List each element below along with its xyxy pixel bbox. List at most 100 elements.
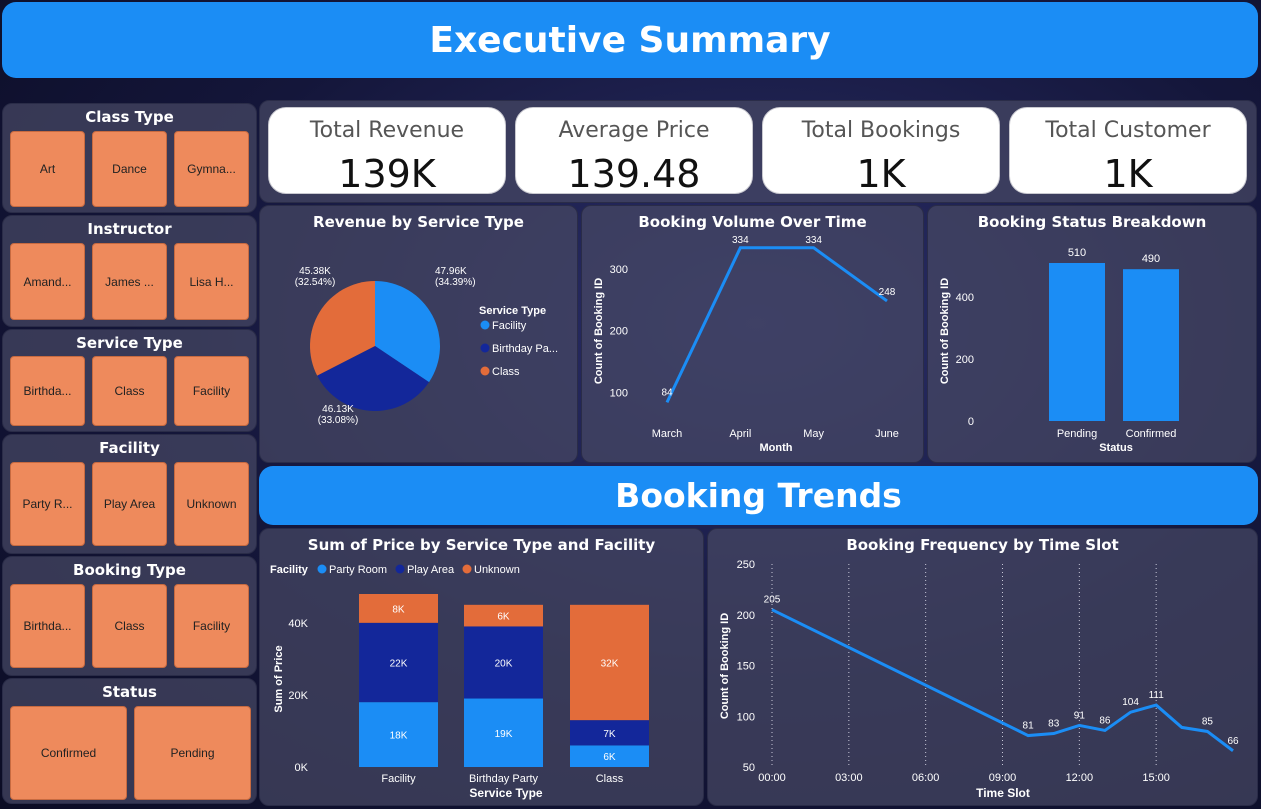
slice-pct-label: (33.08%) [318,415,359,426]
slicer-tile-james[interactable]: James ... [92,243,167,320]
slicer-facility: Facility Party R... Play Area Unknown [2,434,257,554]
line-chart: 00:00 03:00 06:00 09:00 12:00 15:00 50 100 150 20… [719,559,1239,800]
legend-marker [480,320,490,330]
slicer-tile-class[interactable]: Class [92,584,167,668]
data-label: 19K [495,729,513,740]
bar-chart: 0 200 400 510 Pending 490 Confirmed Status Count… [939,247,1179,454]
data-label: 83 [1048,719,1060,730]
section-title: Booking Trends [615,476,902,515]
slicer-tile-unknown[interactable]: Unknown [174,462,249,546]
legend-marker [480,343,490,353]
legend-title: Service Type [479,305,546,317]
slice-pct-label: (34.39%) [435,277,476,288]
legend-marker [462,564,472,574]
kpi-value: 139.48 [567,152,701,196]
slice-value-label: 47.96K [435,266,467,277]
kpi-total-customer: Total Customer 1K [1009,107,1247,196]
slicer-tile-party-room[interactable]: Party R... [10,462,85,546]
legend-label: Unknown [474,564,520,576]
slicer-tile-lisa[interactable]: Lisa H... [174,243,249,320]
pie-chart: 47.96K(34.39%) 46.13K(33.08%) 45.38K(32.54… [295,266,558,426]
data-label: 81 [1023,721,1035,732]
y-tick-label: 0 [968,416,974,428]
slicer-tile-class[interactable]: Class [92,356,167,426]
chart-panel-price-by-service-facility: Sum of Price by Service Type and Facilit… [259,528,704,806]
chart-panel-revenue-by-service: Revenue by Service Type 47.96K (34.39%) 46… [259,205,578,463]
slicer-tile-play-area[interactable]: Play Area [92,462,167,546]
y-axis-title: Count of Booking ID [719,613,731,719]
slicer-tile-facility[interactable]: Facility [174,584,249,668]
kpi-label: Total Customer [1045,118,1211,143]
chart-panel-booking-status: Booking Status Breakdown 0 200 400 510 Pendi… [927,205,1257,463]
y-tick-label: 20K [288,690,308,702]
slicer-tile-amanda[interactable]: Amand... [10,243,85,320]
slicer-class-type: Class Type Art Dance Gymna... [2,103,257,213]
slicer-title: Service Type [76,334,183,352]
y-tick-label: 250 [737,559,755,571]
x-tick-label: March [652,428,683,440]
slicer-tile-confirmed[interactable]: Confirmed [10,706,127,800]
slice-pct-label: (32.54%) [295,277,336,288]
legend-label: Play Area [407,564,455,576]
y-tick-label: 300 [610,264,628,276]
line-chart: 100 200 300 March April May June 84 334 334 248 Mon… [593,235,899,454]
data-label: 18K [390,731,408,742]
slicer-tile-birthday[interactable]: Birthda... [10,356,85,426]
legend-label: Party Room [329,564,387,576]
y-tick-label: 200 [610,326,628,338]
legend-label: Birthday Pa... [492,343,558,355]
stacked-bar-chart: Facility Party Room Play Area Unknown 0K 20K 4… [270,564,649,800]
y-tick-label: 100 [737,711,755,723]
header-banner: Executive Summary [2,2,1258,78]
data-label: 6K [497,612,510,623]
y-tick-label: 40K [288,618,308,630]
data-label: 22K [390,658,408,669]
slicer-tile-birthday[interactable]: Birthda... [10,584,85,668]
x-tick-label: 06:00 [912,772,940,784]
legend-marker [480,366,490,376]
x-tick-label: May [803,428,824,440]
series-line [665,246,888,403]
data-label: 66 [1227,736,1239,747]
y-tick-label: 400 [956,292,974,304]
slicer-title: Booking Type [73,561,186,579]
slicer-tile-gymnastics[interactable]: Gymna... [174,131,249,207]
data-label: 91 [1074,710,1086,721]
y-tick-label: 0K [295,762,309,774]
x-tick-label: April [729,428,751,440]
x-tick-label: 00:00 [758,772,786,784]
chart-panel-booking-volume: Booking Volume Over Time 100 200 300 March A… [581,205,924,463]
data-label: 510 [1068,247,1086,259]
y-axis-title: Count of Booking ID [593,278,605,384]
kpi-value: 1K [1103,152,1153,196]
data-label: 8K [392,604,405,615]
data-label: 248 [879,287,896,298]
kpi-label: Total Revenue [309,118,465,143]
slicer-service-type: Service Type Birthda... Class Facility [2,329,257,432]
slicer-title: Facility [99,439,160,457]
section-banner: Booking Trends [259,466,1258,525]
bar [1123,269,1179,421]
x-tick-label: Confirmed [1126,428,1177,440]
slicer-tile-facility[interactable]: Facility [174,356,249,426]
slice-value-label: 46.13K [322,404,354,415]
slicer-status: Status Confirmed Pending [2,678,257,804]
data-label: 205 [764,595,781,606]
slicer-tile-art[interactable]: Art [10,131,85,207]
chart-panel-booking-frequency: Booking Frequency by Time Slot 00:00 03:0… [707,528,1258,806]
x-tick-label: Class [596,773,624,785]
data-label: 490 [1142,253,1160,265]
slice-value-label: 45.38K [299,266,331,277]
x-axis-title: Month [760,442,793,454]
data-label: 104 [1122,697,1139,708]
y-tick-label: 150 [737,661,755,673]
slicer-tile-dance[interactable]: Dance [92,131,167,207]
y-tick-label: 200 [737,610,755,622]
data-label: 32K [601,658,619,669]
kpi-average-price: Average Price 139.48 [515,107,753,196]
page-title: Executive Summary [429,19,831,61]
y-tick-label: 50 [743,762,755,774]
slicer-tile-pending[interactable]: Pending [134,706,251,800]
x-axis-title: Status [1099,442,1133,454]
legend-marker [317,564,327,574]
